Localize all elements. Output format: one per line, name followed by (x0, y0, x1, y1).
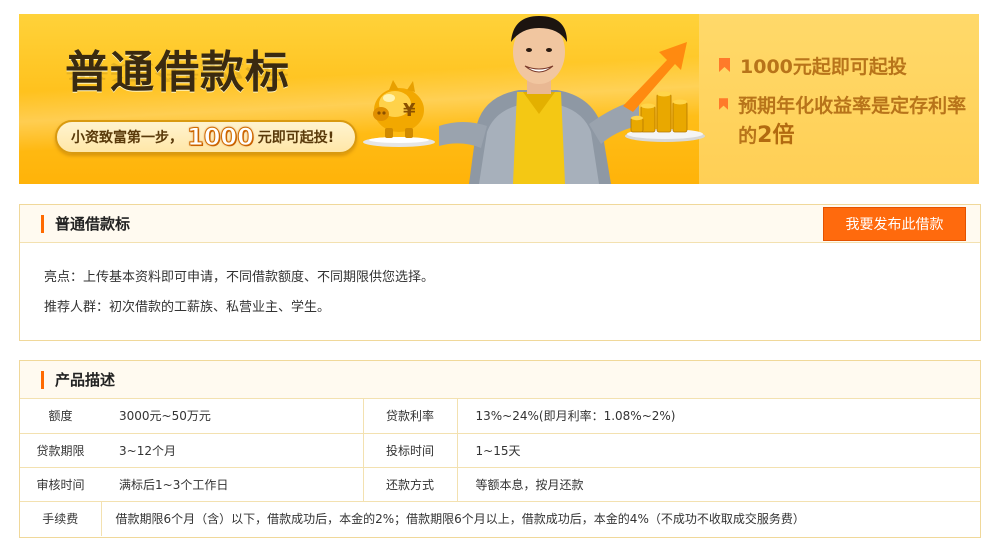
slogan-suffix: 元即可起投! (257, 130, 335, 146)
banner-title-reflection: 普通借款标 (65, 60, 290, 84)
bookmark-flag-icon (719, 98, 729, 110)
accent-bar (41, 214, 44, 233)
panel-header: 产品描述 (20, 361, 980, 399)
spec-label: 审核时间 (20, 466, 101, 501)
spec-label: 手续费 (20, 500, 101, 536)
perk-highlight: 2倍 (757, 123, 795, 148)
target-audience-text: 推荐人群：初次借款的工薪族、私营业主、学生。 (44, 300, 331, 315)
panel-title: 普通借款标 (55, 215, 131, 233)
svg-text:¥: ¥ (403, 100, 416, 121)
accent-bar (41, 370, 44, 389)
slogan-prefix: 小资致富第一步， (71, 130, 183, 146)
publish-loan-button[interactable]: 我要发布此借款 (823, 207, 966, 241)
panel-title: 产品描述 (55, 371, 116, 389)
perk-min-investment: 1000元起即可起投 (719, 52, 907, 82)
spec-label: 投标时间 (362, 432, 457, 467)
perk-yield: 预期年化收益率是定存利率的2倍 (719, 91, 974, 151)
spec-value: 等额本息，按月还款 (456, 466, 980, 501)
product-description-panel: 产品描述 额度 3000元~50万元 贷款利率 13%~24%(即月利率：1.0… (19, 360, 981, 538)
spec-value: 3000元~50万元 (119, 409, 211, 424)
highlights-text: 亮点：上传基本资料即可申请，不同借款额度、不同期限供您选择。 (44, 270, 435, 285)
spec-label: 贷款期限 (20, 432, 101, 467)
panel-header: 普通借款标 我要发布此借款 (20, 205, 980, 243)
perk-text: 预期年化收益率是定存利率的2倍 (738, 95, 967, 148)
slogan-amount: 1000 (187, 123, 255, 152)
spec-label: 贷款利率 (362, 399, 457, 433)
spec-value: 3~12个月 (101, 432, 363, 467)
table-row: 手续费 借款期限6个月（含）以下，借款成功后，本金的2%；借款期限6个月以上，借… (20, 500, 980, 536)
table-row: 额度 3000元~50万元 贷款利率 13%~24%(即月利率：1.08%~2%… (20, 399, 980, 433)
spec-value: 13%~24%(即月利率：1.08%~2%) (456, 399, 980, 433)
piggy-bank-icon: ¥ (363, 80, 435, 147)
perk-text: 1000元起即可起投 (740, 56, 907, 78)
product-spec-table: 额度 3000元~50万元 贷款利率 13%~24%(即月利率：1.08%~2%… (20, 399, 980, 536)
panel-body: 亮点：上传基本资料即可申请，不同借款额度、不同期限供您选择。 推荐人群：初次借款… (20, 243, 980, 343)
promo-banner: 普通借款标 普通借款标 小资致富第一步， 1000 元即可起投! ¥ 1000元… (19, 14, 979, 184)
spec-label: 额度 (48, 409, 73, 424)
table-row: 审核时间 满标后1~3个工作日 还款方式 等额本息，按月还款 (20, 466, 980, 501)
banner-slogan: 小资致富第一步， 1000 元即可起投! (55, 120, 357, 154)
spec-label: 还款方式 (362, 466, 457, 501)
gold-coins-on-tray-icon (623, 42, 705, 142)
bookmark-flag-icon (719, 58, 730, 72)
loan-summary-panel: 普通借款标 我要发布此借款 亮点：上传基本资料即可申请，不同借款额度、不同期限供… (19, 204, 981, 341)
smiling-man-illustration (439, 16, 639, 184)
spec-value: 借款期限6个月（含）以下，借款成功后，本金的2%；借款期限6个月以上，借款成功后… (100, 500, 980, 536)
table-row: 贷款期限 3~12个月 投标时间 1~15天 (20, 432, 980, 467)
spec-value: 满标后1~3个工作日 (101, 466, 363, 501)
spec-value: 1~15天 (456, 432, 980, 467)
